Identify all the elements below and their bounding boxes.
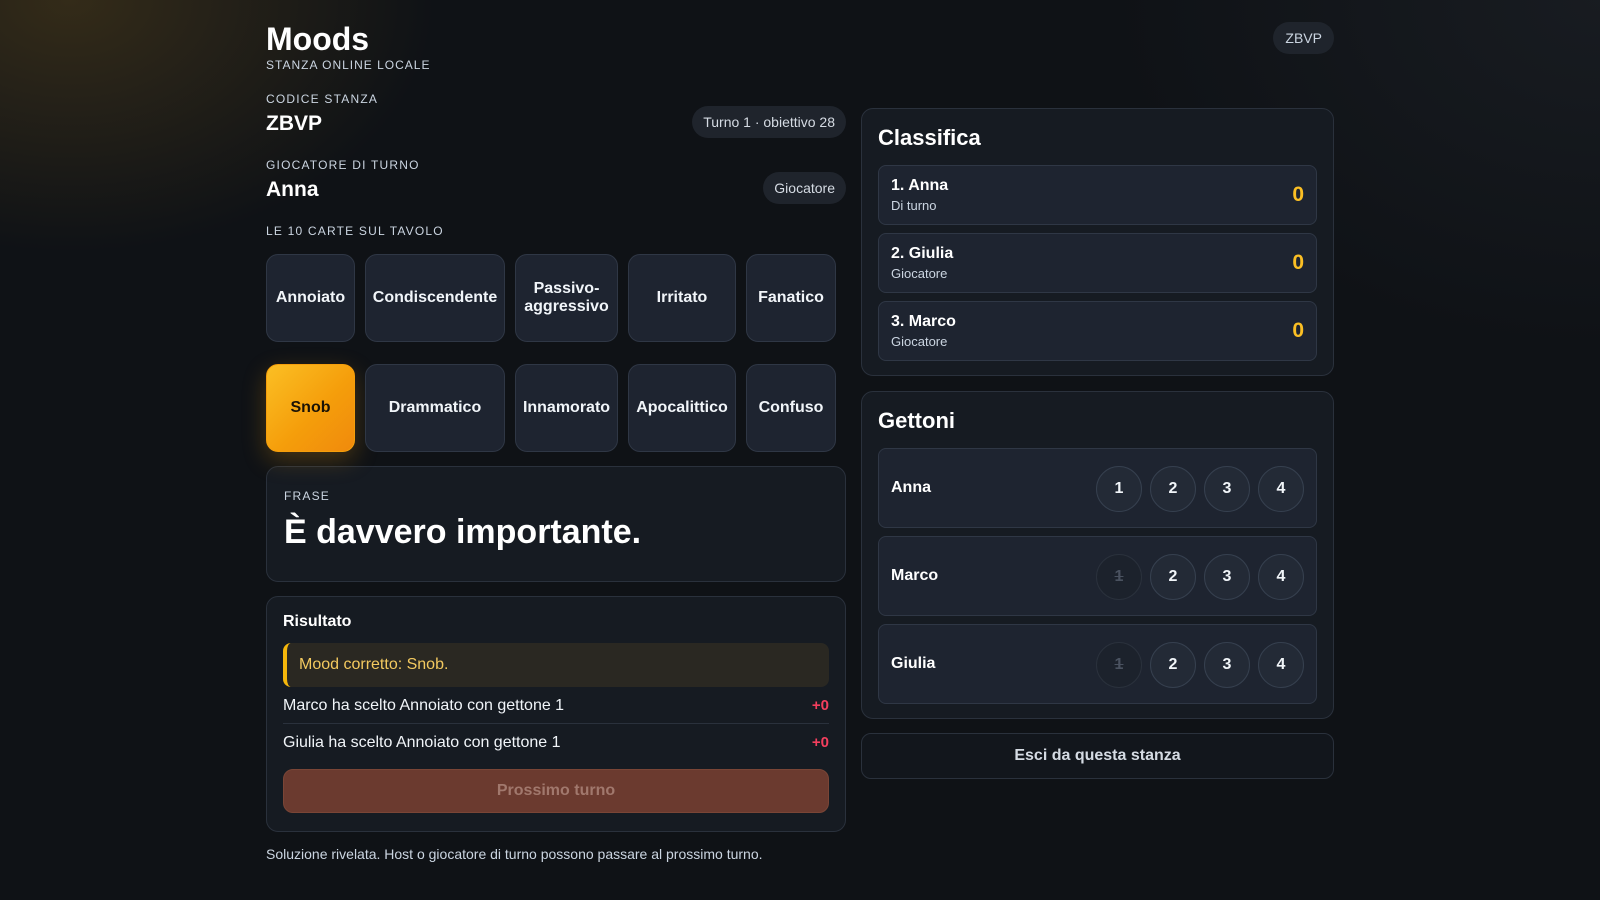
token-row-anna: Anna 1 2 3 4 [878, 448, 1317, 528]
turn-player-label: GIOCATORE DI TURNO [266, 158, 420, 172]
leave-room-button[interactable]: Esci da questa stanza [861, 733, 1334, 779]
result-line-text: Marco ha scelto Annoiato con gettone 1 [283, 697, 565, 714]
tokens-panel: Gettoni Anna 1 2 3 4 Marco 1 2 3 4 Giuli… [861, 391, 1334, 719]
cards-label: LE 10 CARTE SUL TAVOLO [266, 224, 444, 238]
token-button-4[interactable]: 4 [1258, 642, 1304, 688]
result-line-points: +0 [811, 697, 829, 714]
card-innamorato[interactable]: Innamorato [515, 364, 618, 452]
right-column: Classifica 1. Anna Di turno 0 2. Giulia … [861, 108, 1334, 779]
token-button-3[interactable]: 3 [1204, 642, 1250, 688]
next-turn-button[interactable]: Prossimo turno [283, 769, 829, 813]
phrase-label: FRASE [284, 489, 331, 503]
card-grid: Annoiato Condiscendente Passivo-aggressi… [266, 254, 846, 452]
ranking-score: 0 [1292, 183, 1304, 206]
ranking-score: 0 [1292, 319, 1304, 342]
token-group: 1 2 3 4 [1096, 554, 1304, 600]
ranking-title: Classifica [878, 125, 981, 150]
ranking-role: Giocatore [891, 266, 948, 281]
ranking-name: 2. Giulia [891, 245, 954, 262]
card-apocalittico[interactable]: Apocalittico [628, 364, 736, 452]
left-column: CODICE STANZA ZBVP Turno 1 · obiettivo 2… [266, 92, 846, 862]
card-passivo-aggressivo[interactable]: Passivo-aggressivo [515, 254, 618, 342]
token-button-1-used: 1 [1096, 642, 1142, 688]
tokens-title: Gettoni [878, 408, 955, 433]
token-group: 1 2 3 4 [1096, 642, 1304, 688]
turn-chip: Turno 1 · obiettivo 28 [692, 106, 846, 138]
turn-player-name: Anna [266, 178, 319, 201]
card-snob[interactable]: Snob [266, 364, 355, 452]
token-button-1-used: 1 [1096, 554, 1142, 600]
app-subtitle: STANZA ONLINE LOCALE [266, 58, 431, 72]
token-player-name: Marco [891, 567, 939, 584]
card-row-1: Annoiato Condiscendente Passivo-aggressi… [266, 254, 846, 342]
player-role-chip: Giocatore [763, 172, 846, 204]
header: Moods STANZA ONLINE LOCALE ZBVP [266, 22, 1334, 74]
phrase-text: È davvero importante. [284, 513, 642, 551]
token-button-2[interactable]: 2 [1150, 466, 1196, 512]
ranking-role: Giocatore [891, 334, 948, 349]
ranking-item: 2. Giulia Giocatore 0 [878, 233, 1317, 293]
room-code-row: ZBVP Turno 1 · obiettivo 28 [266, 106, 846, 156]
token-button-3[interactable]: 3 [1204, 554, 1250, 600]
token-button-3[interactable]: 3 [1204, 466, 1250, 512]
app-title: Moods [266, 21, 370, 57]
result-alert: Mood corretto: Snob. [283, 643, 829, 687]
result-line: Giulia ha scelto Annoiato con gettone 1 … [283, 724, 829, 761]
result-panel: Risultato Mood corretto: Snob. Marco ha … [266, 596, 846, 832]
card-drammatico[interactable]: Drammatico [365, 364, 505, 452]
card-confuso[interactable]: Confuso [746, 364, 836, 452]
ranking-score: 0 [1292, 251, 1304, 274]
token-player-name: Anna [891, 479, 931, 496]
result-title: Risultato [283, 613, 352, 630]
app-root: Moods STANZA ONLINE LOCALE ZBVP CODICE S… [266, 22, 1334, 890]
ranking-role: Di turno [891, 198, 937, 213]
room-code-label: CODICE STANZA [266, 92, 379, 106]
token-button-1[interactable]: 1 [1096, 466, 1142, 512]
card-fanatico[interactable]: Fanatico [746, 254, 836, 342]
phrase-panel: FRASE È davvero importante. [266, 466, 846, 582]
token-row-giulia: Giulia 1 2 3 4 [878, 624, 1317, 704]
token-button-2[interactable]: 2 [1150, 642, 1196, 688]
result-line-text: Giulia ha scelto Annoiato con gettone 1 [283, 734, 561, 751]
token-button-4[interactable]: 4 [1258, 466, 1304, 512]
ranking-item: 3. Marco Giocatore 0 [878, 301, 1317, 361]
card-condiscendente[interactable]: Condiscendente [365, 254, 505, 342]
card-irritato[interactable]: Irritato [628, 254, 736, 342]
ranking-item: 1. Anna Di turno 0 [878, 165, 1317, 225]
room-code-pill: ZBVP [1273, 22, 1334, 54]
footer-note: Soluzione rivelata. Host o giocatore di … [266, 846, 763, 862]
result-line: Marco ha scelto Annoiato con gettone 1 +… [283, 687, 829, 724]
token-group: 1 2 3 4 [1096, 466, 1304, 512]
ranking-panel: Classifica 1. Anna Di turno 0 2. Giulia … [861, 108, 1334, 376]
card-row-2: Snob Drammatico Innamorato Apocalittico … [266, 364, 846, 452]
token-player-name: Giulia [891, 655, 936, 672]
turn-player-row: Anna Giocatore [266, 172, 846, 222]
token-button-2[interactable]: 2 [1150, 554, 1196, 600]
ranking-name: 3. Marco [891, 313, 956, 330]
ranking-name: 1. Anna [891, 177, 949, 194]
result-line-points: +0 [811, 734, 829, 751]
token-row-marco: Marco 1 2 3 4 [878, 536, 1317, 616]
card-annoiato[interactable]: Annoiato [266, 254, 355, 342]
token-button-4[interactable]: 4 [1258, 554, 1304, 600]
